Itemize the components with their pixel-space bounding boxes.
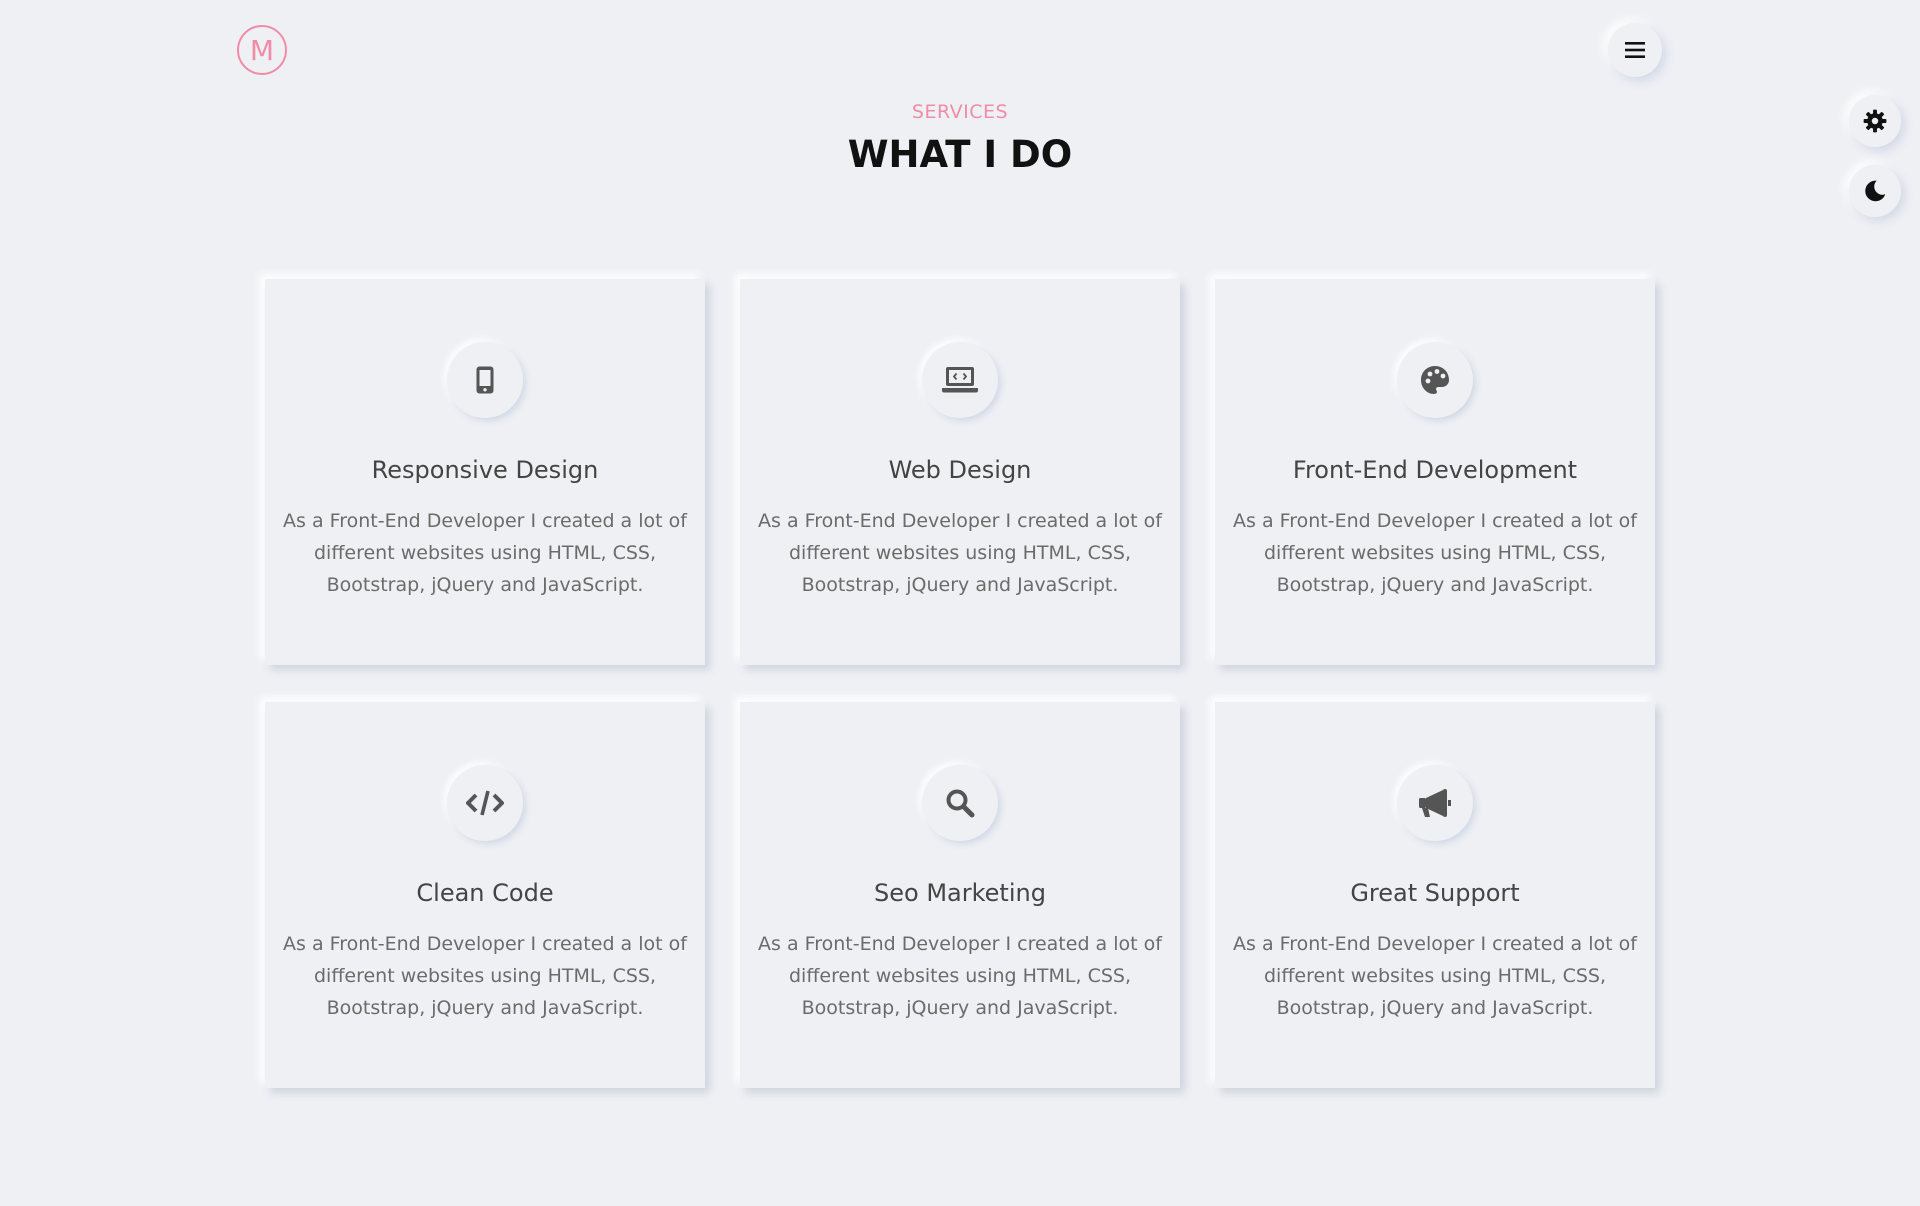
logo-letter: M	[249, 33, 275, 67]
service-title: Front-End Development	[1292, 456, 1578, 484]
service-card: Web Design As a Front-End Developer I cr…	[740, 279, 1180, 665]
megaphone-icon	[1419, 789, 1451, 817]
service-description: As a Front-End Developer I created a lot…	[283, 933, 687, 1019]
logo[interactable]: M	[237, 25, 287, 75]
hamburger-icon	[1625, 42, 1645, 58]
icon-circle	[1397, 765, 1473, 841]
menu-button[interactable]	[1608, 23, 1662, 77]
service-description: As a Front-End Developer I created a lot…	[1233, 510, 1637, 596]
code-icon	[466, 790, 504, 816]
section-subtitle: SERVICES	[911, 101, 1009, 123]
page: M SERVICES WHAT I DO Responsive Design A…	[0, 0, 1920, 1206]
palette-icon	[1421, 366, 1449, 394]
service-card: Seo Marketing As a Front-End Developer I…	[740, 702, 1180, 1088]
service-title: Great Support	[1350, 879, 1520, 907]
icon-circle	[922, 765, 998, 841]
service-title: Responsive Design	[371, 456, 599, 484]
service-card: Clean Code As a Front-End Developer I cr…	[265, 702, 705, 1088]
icon-circle	[922, 342, 998, 418]
service-card: Great Support As a Front-End Developer I…	[1215, 702, 1655, 1088]
service-title: Web Design	[888, 456, 1032, 484]
service-card: Front-End Development As a Front-End Dev…	[1215, 279, 1655, 665]
service-title: Clean Code	[416, 879, 554, 907]
services-grid: Responsive Design As a Front-End Develop…	[265, 279, 1655, 1089]
laptop-code-icon	[942, 367, 978, 393]
service-card: Responsive Design As a Front-End Develop…	[265, 279, 705, 665]
service-description: As a Front-End Developer I created a lot…	[283, 510, 687, 596]
moon-icon	[1865, 180, 1886, 202]
icon-circle	[447, 342, 523, 418]
icon-circle	[1397, 342, 1473, 418]
service-description: As a Front-End Developer I created a lot…	[758, 510, 1162, 596]
service-description: As a Front-End Developer I created a lot…	[1233, 933, 1637, 1019]
mobile-icon	[476, 366, 494, 394]
service-title: Seo Marketing	[874, 879, 1046, 907]
service-description: As a Front-End Developer I created a lot…	[758, 933, 1162, 1019]
icon-circle	[447, 765, 523, 841]
section-title: WHAT I DO	[847, 133, 1073, 176]
search-icon	[946, 789, 975, 818]
